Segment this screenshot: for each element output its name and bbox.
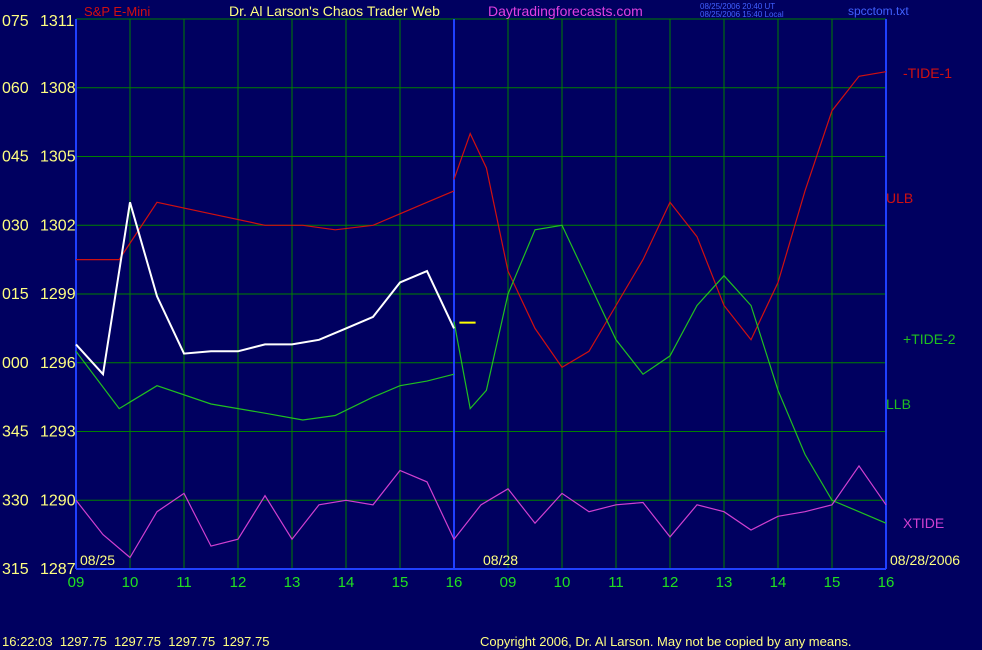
y-tick-label-price: 1302 — [40, 217, 76, 234]
y-tick-label-angle: 330 — [2, 492, 29, 509]
chaos-trader-chart: 075 1311060 1308045 1305030 1302015 1299000 12… — [2, 2, 960, 649]
header-site: Dr. Al Larson's Chaos Trader Web — [229, 3, 440, 19]
x-tick-label: 11 — [608, 574, 624, 591]
x-tick-label: 13 — [284, 574, 301, 591]
x-tick-label: 15 — [392, 574, 409, 591]
y-tick-label-angle: 015 — [2, 286, 29, 303]
chart-series — [75, 71, 887, 559]
header-timestamp-local: 08/25/2006 15:40 Local — [700, 10, 784, 19]
x-tick-label: 14 — [338, 574, 355, 591]
y-tick-label-angle: 030 — [2, 217, 29, 234]
x-tick-label: 15 — [824, 574, 841, 591]
date-label-mid: 08/28 — [483, 552, 518, 568]
x-tick-label: 14 — [770, 574, 787, 591]
y-tick-label-angle: 060 — [2, 80, 29, 97]
footer-quote: 16:22:03 1297.75 1297.75 1297.75 1297.75 — [2, 634, 269, 649]
x-tick-label: 10 — [122, 574, 139, 591]
y-tick-label-angle: 345 — [2, 424, 29, 441]
x-tick-label: 12 — [230, 574, 247, 591]
x-tick-label: 16 — [878, 574, 895, 591]
y-tick-label-angle: 045 — [2, 149, 29, 166]
y-tick-label-price: 1296 — [40, 355, 76, 372]
legend-label-tide-2: +TIDE-2 — [903, 331, 956, 347]
price-line — [75, 202, 455, 377]
legend-label-xtide: XTIDE — [903, 515, 944, 531]
series-line-llb — [75, 350, 455, 421]
footer-copyright: Copyright 2006, Dr. Al Larson. May not b… — [480, 634, 851, 649]
date-label-start: 08/25 — [80, 552, 115, 568]
legend-label-ulb: ULB — [886, 190, 913, 206]
grid — [75, 18, 887, 570]
x-tick-label: 16 — [446, 574, 463, 591]
x-tick-label: 10 — [554, 574, 571, 591]
x-tick-label: 13 — [716, 574, 733, 591]
y-tick-label-price: 1311 — [40, 13, 75, 30]
y-tick-label-price: 1290 — [40, 492, 76, 509]
legend-label-llb: LLB — [886, 396, 911, 412]
x-tick-label: 09 — [68, 574, 85, 591]
series-line-xtide — [75, 464, 887, 559]
x-tick-label: 12 — [662, 574, 679, 591]
x-tick-label: 09 — [500, 574, 517, 591]
y-tick-label-angle: 075 — [2, 13, 29, 30]
header-instrument: S&P E-Mini — [84, 4, 150, 19]
y-tick-label-angle: 000 — [2, 355, 29, 372]
y-tick-label-angle: 315 — [2, 561, 29, 578]
date-label-end: 08/28/2006 — [890, 552, 960, 568]
legend-label-tide-1: -TIDE-1 — [903, 65, 952, 81]
header-url[interactable]: Daytradingforecasts.com — [488, 3, 643, 19]
y-tick-label-price: 1293 — [40, 424, 76, 441]
legend: -TIDE-1 ULB +TIDE-2 LLB XTIDE — [886, 65, 956, 531]
header-filename: spcctom.txt — [848, 4, 909, 18]
y-tick-label-price: 1299 — [40, 286, 76, 303]
y-tick-label-price: 1305 — [40, 149, 76, 166]
y-tick-label-price: 1308 — [40, 80, 76, 97]
plot-axes: 075 1311060 1308045 1305030 1302015 1299000 12… — [2, 13, 894, 591]
x-tick-label: 11 — [176, 574, 192, 591]
